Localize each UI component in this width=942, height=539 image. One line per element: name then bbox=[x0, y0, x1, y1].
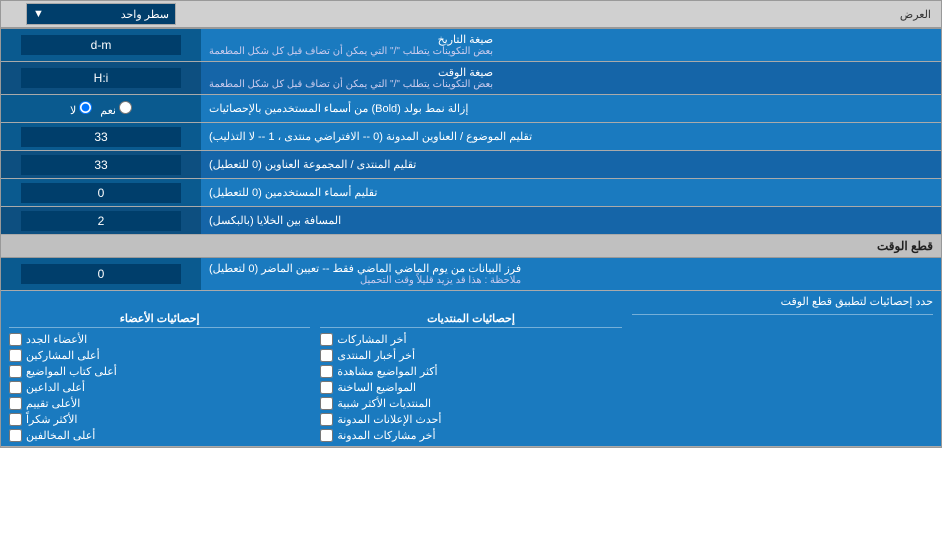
checkbox-most-thanked[interactable]: الأكثر شكراً bbox=[9, 413, 310, 426]
checkbox-top-rated[interactable]: الأعلى تقييم bbox=[9, 397, 310, 410]
radio-yes-text: نعم bbox=[100, 105, 116, 117]
most-viewed-checkbox[interactable] bbox=[320, 365, 333, 378]
time-filter-input-wrap bbox=[1, 258, 201, 290]
popular-forums-label: المنتديات الأكثر شبية bbox=[337, 397, 431, 410]
cell-spacing-input[interactable] bbox=[21, 211, 181, 231]
dropdown-arrow-icon: ▼ bbox=[33, 8, 44, 20]
date-format-row: صيغة التاريخ بعض التكوينات يتطلب "/" الت… bbox=[1, 29, 941, 62]
top-topic-writers-checkbox[interactable] bbox=[9, 365, 22, 378]
top-inviters-checkbox[interactable] bbox=[9, 381, 22, 394]
forum-news-label: أخر أخبار المنتدى bbox=[337, 349, 415, 362]
forum-news-checkbox[interactable] bbox=[320, 349, 333, 362]
date-format-input[interactable] bbox=[21, 35, 181, 55]
topics-trim-input-wrap bbox=[1, 123, 201, 150]
last-posts-checkbox[interactable] bbox=[320, 333, 333, 346]
popular-forums-checkbox[interactable] bbox=[320, 397, 333, 410]
time-format-row: صيغة الوقت بعض التكوينات يتطلب "/" التي … bbox=[1, 62, 941, 95]
col1-header: إحصائيات الأعضاء bbox=[9, 312, 310, 328]
cell-spacing-row: المسافة بين الخلايا (بالبكسل) bbox=[1, 207, 941, 235]
checkbox-most-viewed[interactable]: أكثر المواضيع مشاهدة bbox=[320, 365, 621, 378]
time-filter-row: فرز البيانات من يوم الماضي الماضي فقط --… bbox=[1, 258, 941, 291]
radio-yes-label[interactable]: نعم bbox=[100, 101, 132, 117]
header-label: العرض bbox=[201, 8, 941, 21]
latest-announcements-label: أحدث الإعلانات المدونة bbox=[337, 413, 441, 426]
col2-header: إحصائيات المنتديات bbox=[320, 312, 621, 328]
checkbox-top-violators[interactable]: أعلى المخالفين bbox=[9, 429, 310, 442]
time-filter-label: فرز البيانات من يوم الماضي الماضي فقط --… bbox=[201, 258, 941, 290]
checkbox-last-posts[interactable]: أخر المشاركات bbox=[320, 333, 621, 346]
main-container: العرض سطر واحد ▼ صيغة التاريخ بعض التكوي… bbox=[0, 0, 942, 448]
top-posters-checkbox[interactable] bbox=[9, 349, 22, 362]
forum-trim-input-wrap bbox=[1, 151, 201, 178]
top-posters-label: أعلى المشاركين bbox=[26, 349, 100, 362]
topics-trim-row: تقليم الموضوع / العناوين المدونة (0 -- ا… bbox=[1, 123, 941, 151]
usernames-trim-label: تقليم أسماء المستخدمين (0 للتعطيل) bbox=[201, 179, 941, 206]
display-dropdown[interactable]: سطر واحد ▼ bbox=[26, 3, 176, 25]
topics-trim-input[interactable] bbox=[21, 127, 181, 147]
checkbox-grid: إحصائيات المنتديات أخر المشاركات أخر أخب… bbox=[9, 312, 933, 442]
checkbox-new-members[interactable]: الأعضاء الجدد bbox=[9, 333, 310, 346]
most-thanked-label: الأكثر شكراً bbox=[26, 413, 77, 426]
top-rated-label: الأعلى تقييم bbox=[26, 397, 80, 410]
top-topic-writers-label: أعلى كتاب المواضيع bbox=[26, 365, 117, 378]
top-inviters-label: أعلى الداعين bbox=[26, 381, 85, 394]
remove-bold-inputs: نعم لا bbox=[1, 95, 201, 122]
time-cut-section-header: قطع الوقت bbox=[1, 235, 941, 258]
dropdown-label: سطر واحد bbox=[121, 8, 169, 21]
new-members-checkbox[interactable] bbox=[9, 333, 22, 346]
checkbox-hot-topics[interactable]: المواضيع الساخنة bbox=[320, 381, 621, 394]
checkbox-section-header: حدد إحصائيات لتطبيق قطع الوقت bbox=[9, 295, 933, 308]
top-rated-checkbox[interactable] bbox=[9, 397, 22, 410]
remove-bold-row: إزالة نمط بولد (Bold) من أسماء المستخدمي… bbox=[1, 95, 941, 123]
cell-spacing-input-wrap bbox=[1, 207, 201, 234]
top-violators-checkbox[interactable] bbox=[9, 429, 22, 442]
time-format-input[interactable] bbox=[21, 68, 181, 88]
blog-posts-label: أخر مشاركات المدونة bbox=[337, 429, 435, 442]
usernames-trim-input-wrap bbox=[1, 179, 201, 206]
usernames-trim-row: تقليم أسماء المستخدمين (0 للتعطيل) bbox=[1, 179, 941, 207]
header-input: سطر واحد ▼ bbox=[1, 3, 201, 25]
col3-header bbox=[632, 312, 933, 315]
latest-announcements-checkbox[interactable] bbox=[320, 413, 333, 426]
new-members-label: الأعضاء الجدد bbox=[26, 333, 87, 346]
blog-posts-checkbox[interactable] bbox=[320, 429, 333, 442]
checkbox-col-3 bbox=[632, 312, 933, 442]
forum-trim-label: تقليم المنتدى / المجموعة العناوين (0 للت… bbox=[201, 151, 941, 178]
date-format-label: صيغة التاريخ بعض التكوينات يتطلب "/" الت… bbox=[201, 29, 941, 61]
checkbox-col-2: إحصائيات المنتديات أخر المشاركات أخر أخب… bbox=[320, 312, 621, 442]
checkbox-top-posters[interactable]: أعلى المشاركين bbox=[9, 349, 310, 362]
most-viewed-label: أكثر المواضيع مشاهدة bbox=[337, 365, 437, 378]
checkbox-top-inviters[interactable]: أعلى الداعين bbox=[9, 381, 310, 394]
radio-no-label[interactable]: لا bbox=[70, 101, 92, 117]
topics-trim-label: تقليم الموضوع / العناوين المدونة (0 -- ا… bbox=[201, 123, 941, 150]
time-filter-input[interactable] bbox=[21, 264, 181, 284]
checkbox-latest-announcements[interactable]: أحدث الإعلانات المدونة bbox=[320, 413, 621, 426]
hot-topics-checkbox[interactable] bbox=[320, 381, 333, 394]
checkbox-blog-posts[interactable]: أخر مشاركات المدونة bbox=[320, 429, 621, 442]
radio-no-text: لا bbox=[70, 105, 76, 117]
checkbox-top-topic-writers[interactable]: أعلى كتاب المواضيع bbox=[9, 365, 310, 378]
hot-topics-label: المواضيع الساخنة bbox=[337, 381, 416, 394]
time-format-input-wrap bbox=[1, 62, 201, 94]
usernames-trim-input[interactable] bbox=[21, 183, 181, 203]
radio-yes[interactable] bbox=[119, 101, 132, 114]
header-row: العرض سطر واحد ▼ bbox=[1, 1, 941, 29]
forum-trim-row: تقليم المنتدى / المجموعة العناوين (0 للت… bbox=[1, 151, 941, 179]
date-format-input-wrap bbox=[1, 29, 201, 61]
last-posts-label: أخر المشاركات bbox=[337, 333, 406, 346]
radio-no[interactable] bbox=[79, 101, 92, 114]
remove-bold-label: إزالة نمط بولد (Bold) من أسماء المستخدمي… bbox=[201, 95, 941, 122]
cell-spacing-label: المسافة بين الخلايا (بالبكسل) bbox=[201, 207, 941, 234]
time-format-label: صيغة الوقت بعض التكوينات يتطلب "/" التي … bbox=[201, 62, 941, 94]
top-violators-label: أعلى المخالفين bbox=[26, 429, 95, 442]
checkbox-section: حدد إحصائيات لتطبيق قطع الوقت إحصائيات ا… bbox=[1, 291, 941, 447]
checkbox-popular-forums[interactable]: المنتديات الأكثر شبية bbox=[320, 397, 621, 410]
checkbox-forum-news[interactable]: أخر أخبار المنتدى bbox=[320, 349, 621, 362]
most-thanked-checkbox[interactable] bbox=[9, 413, 22, 426]
checkbox-col-1: إحصائيات الأعضاء الأعضاء الجدد أعلى المش… bbox=[9, 312, 310, 442]
forum-trim-input[interactable] bbox=[21, 155, 181, 175]
